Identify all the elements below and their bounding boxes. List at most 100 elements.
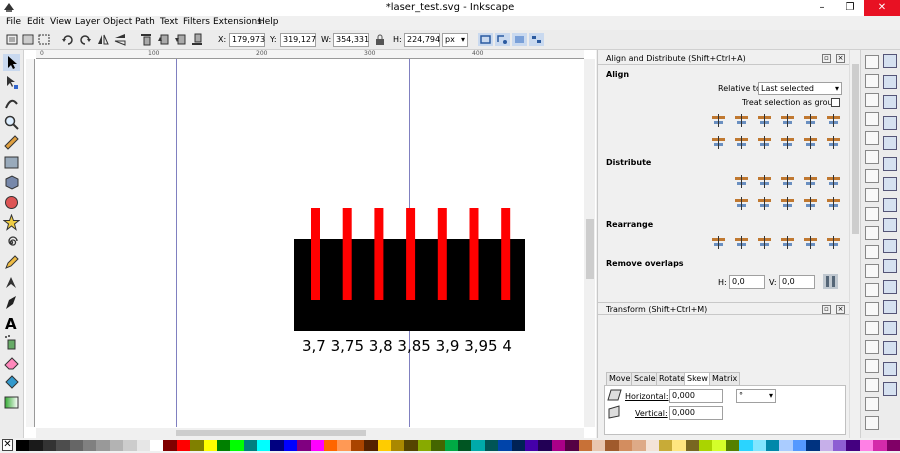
paste-icon[interactable] <box>865 245 879 259</box>
zoom-selection-icon[interactable] <box>865 264 879 278</box>
color-swatch[interactable] <box>324 440 338 451</box>
selector-tool-icon[interactable] <box>3 54 20 71</box>
gradient-tool-icon[interactable] <box>3 394 20 411</box>
tab-matrix[interactable]: Matrix <box>709 372 741 386</box>
color-swatch[interactable] <box>605 440 620 451</box>
align-top-icon[interactable] <box>734 135 749 150</box>
distribute-baselines-horizontal-icon[interactable] <box>826 174 841 189</box>
scale-stroke-icon[interactable] <box>478 33 493 46</box>
color-swatch[interactable] <box>149 440 164 451</box>
color-swatch[interactable] <box>190 440 204 451</box>
align-baseline-horizontal-icon[interactable] <box>826 113 841 128</box>
distribute-gaps-horizontal-icon[interactable] <box>803 174 818 189</box>
clone-icon[interactable] <box>865 340 879 354</box>
redo-icon[interactable] <box>865 188 879 202</box>
menu-path[interactable]: Path <box>135 17 155 27</box>
align-center-horizontal-axis-icon[interactable] <box>757 135 772 150</box>
exchange-positions-selection-icon[interactable] <box>734 235 749 250</box>
snap-nodes-icon[interactable] <box>883 156 897 171</box>
color-swatch[interactable] <box>699 440 713 451</box>
snap-page-border-icon[interactable] <box>883 341 897 355</box>
skew-unit-select[interactable]: ° ▾ <box>736 389 776 403</box>
color-swatch[interactable] <box>350 440 365 451</box>
laser-bar[interactable] <box>501 208 511 300</box>
color-swatch[interactable] <box>846 440 861 451</box>
randomize-positions-icon[interactable] <box>803 235 818 250</box>
duplicate-icon[interactable] <box>865 321 879 335</box>
panel-iconify-button[interactable]: ▫ <box>822 54 831 63</box>
color-swatch[interactable] <box>16 440 30 451</box>
color-swatch[interactable] <box>498 440 513 451</box>
color-swatch[interactable] <box>230 440 245 451</box>
zoom-tool-icon[interactable] <box>3 114 20 131</box>
snap-text-baseline-icon[interactable] <box>883 320 897 335</box>
scrollbar-thumb[interactable] <box>852 64 859 234</box>
fill-stroke-icon[interactable] <box>865 416 879 430</box>
laser-bar[interactable] <box>469 208 479 300</box>
ungroup-icon[interactable] <box>865 397 879 411</box>
snap-toggle-icon[interactable] <box>883 54 897 68</box>
calligraphy-tool-icon[interactable] <box>3 294 20 311</box>
open-icon[interactable] <box>865 74 879 88</box>
color-swatch[interactable] <box>685 440 700 451</box>
color-swatch[interactable] <box>591 440 606 451</box>
color-swatch[interactable] <box>712 440 727 451</box>
w-field[interactable]: 354,331 <box>333 33 369 47</box>
snap-bbox-icon[interactable] <box>883 74 897 89</box>
scrollbar-thumb[interactable] <box>586 219 594 279</box>
scale-corners-icon[interactable] <box>495 33 510 46</box>
color-swatch[interactable] <box>176 440 191 451</box>
distribute-gaps-vertical-icon[interactable] <box>803 196 818 211</box>
align-baseline-vertical-icon[interactable] <box>826 135 841 150</box>
text-tool-icon[interactable]: A <box>3 314 20 331</box>
color-swatch[interactable] <box>297 440 312 451</box>
node-tool-icon[interactable] <box>3 74 20 91</box>
y-field[interactable]: 319,127 <box>280 33 316 47</box>
align-left-icon[interactable] <box>734 113 749 128</box>
align-center-vertical-axis-icon[interactable] <box>757 113 772 128</box>
distribute-left-edges-icon[interactable] <box>734 174 749 189</box>
h-field[interactable]: 224,794 <box>404 33 440 47</box>
laser-bar[interactable] <box>406 208 416 300</box>
lock-icon[interactable] <box>375 33 385 46</box>
color-swatch[interactable] <box>96 440 111 451</box>
export-icon[interactable] <box>865 150 879 164</box>
pen-tool-icon[interactable] <box>3 274 20 291</box>
snap-bbox-corner-icon[interactable] <box>883 115 897 130</box>
snap-intersection-icon[interactable] <box>883 197 897 212</box>
color-swatch[interactable] <box>283 440 298 451</box>
exchange-positions-z-order-icon[interactable] <box>757 235 772 250</box>
menu-view[interactable]: View <box>50 17 71 27</box>
flip-vertical-icon[interactable] <box>114 33 126 46</box>
canvas-vertical-scrollbar[interactable] <box>584 59 595 427</box>
align-bottom-icon[interactable] <box>780 135 795 150</box>
panel-close-button[interactable]: × <box>836 305 845 314</box>
distribute-baselines-vertical-icon[interactable] <box>826 196 841 211</box>
snap-smooth-icon[interactable] <box>883 238 897 253</box>
undo-icon[interactable] <box>865 169 879 183</box>
flip-horizontal-icon[interactable] <box>97 33 109 46</box>
tab-skew[interactable]: Skew <box>684 372 711 386</box>
tab-scale[interactable]: Scale <box>631 372 659 386</box>
color-swatch[interactable] <box>578 440 593 451</box>
unlink-clone-icon[interactable] <box>865 359 879 373</box>
scrollbar-thumb[interactable] <box>176 430 366 436</box>
color-swatch[interactable] <box>565 440 580 451</box>
distribute-right-edges-icon[interactable] <box>780 174 795 189</box>
menu-object[interactable]: Object <box>103 17 132 27</box>
menu-filters[interactable]: Filters <box>183 17 210 27</box>
color-swatch[interactable] <box>833 440 847 451</box>
color-swatch[interactable] <box>243 440 258 451</box>
color-swatch[interactable] <box>82 440 97 451</box>
color-swatch[interactable] <box>163 440 178 451</box>
snap-bbox-midpoint-icon[interactable] <box>883 136 897 150</box>
distribute-top-edges-icon[interactable] <box>734 196 749 211</box>
skew-horizontal-field[interactable]: 0,000 <box>669 389 723 403</box>
color-swatch[interactable] <box>364 440 379 451</box>
snap-cusp-icon[interactable] <box>883 218 897 232</box>
no-paint-swatch[interactable]: ✕ <box>2 439 13 451</box>
zoom-page-icon[interactable] <box>865 302 879 316</box>
spiral-tool-icon[interactable] <box>3 234 20 251</box>
menu-edit[interactable]: Edit <box>27 17 44 27</box>
measure-tool-icon[interactable] <box>3 134 20 151</box>
